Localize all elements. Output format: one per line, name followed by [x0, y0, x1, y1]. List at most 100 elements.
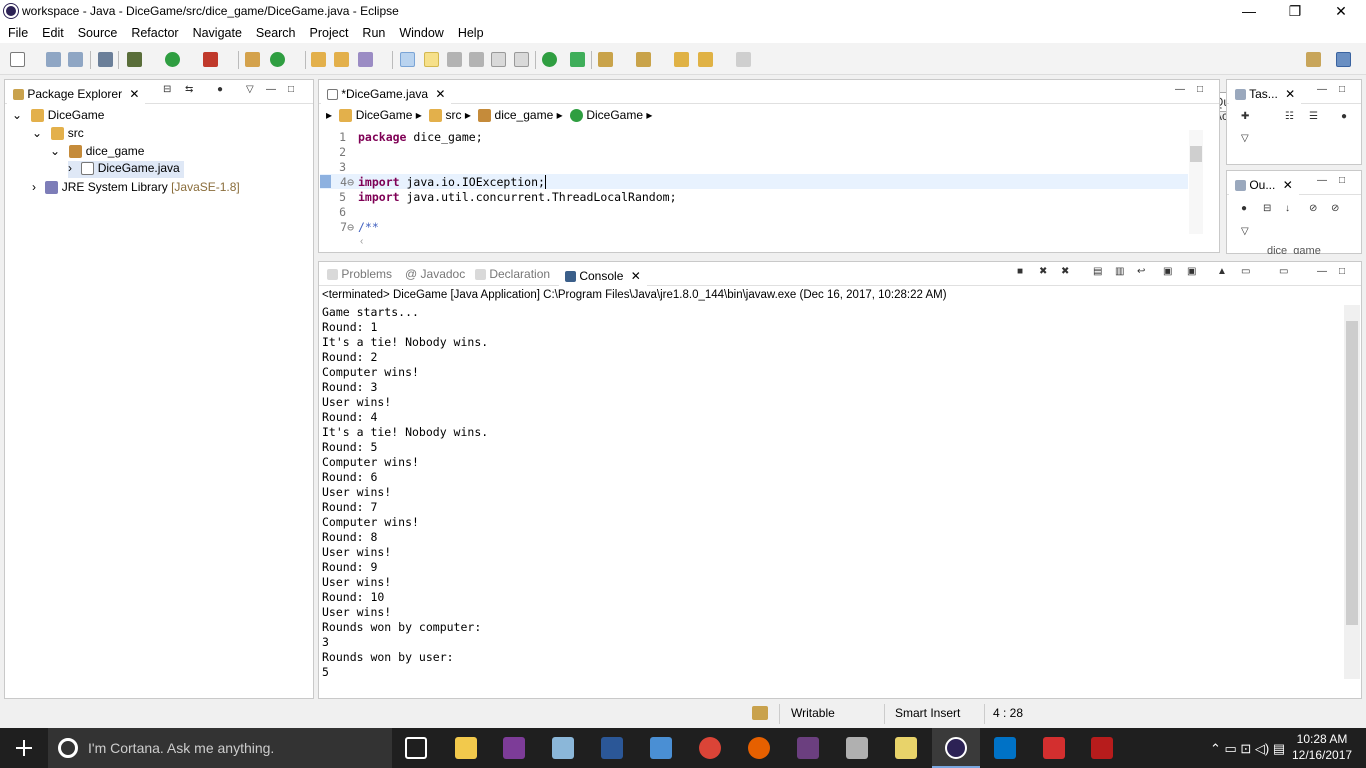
display-console-icon[interactable]: ▭ — [1241, 267, 1251, 277]
maximize-view-icon[interactable]: □ — [1339, 176, 1349, 186]
focus-task-icon[interactable]: ● — [217, 85, 227, 95]
breadcrumb-chevron-icon[interactable]: ▸ — [646, 108, 652, 122]
console-horizontal-scrollbar[interactable] — [322, 681, 1342, 695]
breadcrumb-src[interactable]: src — [445, 108, 461, 122]
tab-javadoc[interactable]: @ Javadoc — [399, 262, 471, 286]
sticky-notes-icon[interactable] — [895, 737, 917, 759]
paint-icon[interactable] — [552, 737, 574, 759]
console-vertical-scrollbar[interactable] — [1344, 305, 1360, 679]
run-icon[interactable] — [165, 52, 180, 67]
link-editor-icon[interactable]: ⇆ — [185, 85, 195, 95]
minimize-view-icon[interactable]: — — [1317, 176, 1327, 186]
chrome-icon[interactable] — [699, 737, 721, 759]
scrollbar-thumb[interactable] — [1190, 146, 1202, 162]
breadcrumb-class[interactable]: DiceGame — [586, 108, 643, 122]
view-menu-icon[interactable]: ▽ — [1241, 227, 1251, 237]
show-paragraph-icon[interactable] — [514, 52, 529, 67]
collapse-chevron-icon[interactable]: › — [32, 180, 36, 194]
menu-run[interactable]: Run — [362, 26, 385, 40]
menu-source[interactable]: Source — [78, 26, 118, 40]
windows-start-icon[interactable] — [16, 740, 32, 756]
focus-task-icon[interactable]: ● — [1341, 112, 1351, 122]
maximize-view-icon[interactable]: □ — [1339, 267, 1349, 277]
collapse-all-icon[interactable]: ⊟ — [1263, 204, 1273, 214]
collapse-chevron-icon[interactable]: › — [68, 161, 72, 175]
minimize-view-icon[interactable]: — — [266, 85, 276, 95]
menu-window[interactable]: Window — [399, 26, 443, 40]
outlook-icon[interactable] — [994, 737, 1016, 759]
tray-icons[interactable]: ⌃ ▭ ⊡ ◁) ▤ — [1210, 741, 1285, 757]
task-focus-icon[interactable] — [542, 52, 557, 67]
close-tab-icon[interactable]: ✕ — [631, 269, 641, 283]
block-selection-icon[interactable] — [469, 52, 484, 67]
scroll-left-icon[interactable]: ‹ — [360, 236, 363, 247]
collapse-all-icon[interactable]: ⊟ — [163, 85, 173, 95]
minimize-view-icon[interactable]: — — [1317, 85, 1327, 95]
breadcrumb-project[interactable]: DiceGame — [356, 108, 413, 122]
clock-time[interactable]: 10:28 AM — [1292, 732, 1352, 746]
close-tab-icon[interactable]: ✕ — [1285, 87, 1295, 101]
restore-button[interactable]: ❐ — [1272, 0, 1318, 23]
focus-task-icon[interactable]: ● — [1241, 204, 1251, 214]
breadcrumb-package[interactable]: dice_game — [495, 108, 554, 122]
terminate-icon[interactable]: ■ — [1017, 267, 1027, 277]
open-type-icon[interactable] — [311, 52, 326, 67]
clock-date[interactable]: 12/16/2017 — [1292, 748, 1352, 762]
breadcrumb-chevron-icon[interactable]: ▸ — [465, 108, 471, 122]
menu-search[interactable]: Search — [256, 26, 296, 40]
hide-static-icon[interactable]: ⊘ — [1331, 204, 1341, 214]
remove-all-launches-icon[interactable]: ✖ — [1061, 267, 1071, 277]
open-console-icon[interactable]: ▭ — [1279, 267, 1289, 277]
toggle-highlight-icon[interactable] — [424, 52, 439, 67]
debug-icon[interactable] — [127, 52, 142, 67]
expand-chevron-icon[interactable]: ⌄ — [12, 108, 22, 122]
breadcrumb-chevron-icon[interactable]: ▸ — [557, 108, 563, 122]
previous-annotation-icon[interactable] — [636, 52, 651, 67]
clear-console-icon[interactable]: ▤ — [1093, 267, 1103, 277]
task-view-icon[interactable] — [405, 737, 427, 759]
toggle-mark-occurrences-icon[interactable] — [400, 52, 415, 67]
menu-refactor[interactable]: Refactor — [131, 26, 178, 40]
last-edit-location-icon[interactable] — [674, 52, 689, 67]
breadcrumb-chevron-icon[interactable]: ▸ — [326, 108, 332, 122]
run-external-icon[interactable] — [203, 52, 218, 67]
tree-item-jre[interactable]: › JRE System Library [JavaSE-1.8] — [32, 180, 240, 195]
tree-item-package[interactable]: ⌄ dice_game — [50, 144, 144, 159]
pin-console-icon[interactable]: ▲ — [1217, 267, 1227, 277]
expand-chevron-icon[interactable]: ⌄ — [50, 144, 60, 158]
tab-console[interactable]: Console ✕ — [559, 262, 647, 286]
save-all-icon[interactable] — [68, 52, 83, 67]
menu-project[interactable]: Project — [310, 26, 349, 40]
close-tab-icon[interactable]: ✕ — [435, 87, 445, 101]
close-button[interactable]: ✕ — [1318, 0, 1364, 23]
tab-declaration[interactable]: Declaration — [469, 262, 556, 286]
scrollbar-thumb[interactable] — [1346, 321, 1358, 625]
back-icon[interactable] — [698, 52, 713, 67]
categorized-icon[interactable]: ☷ — [1285, 112, 1295, 122]
winrar-icon[interactable] — [797, 737, 819, 759]
mylyn-icon[interactable] — [570, 52, 585, 67]
view-menu-icon[interactable]: ▽ — [246, 85, 256, 95]
word-wrap-icon[interactable]: ↩ — [1137, 267, 1147, 277]
java-perspective-icon[interactable] — [1336, 52, 1351, 67]
menu-edit[interactable]: Edit — [42, 26, 64, 40]
code-line-5[interactable]: import java.util.concurrent.ThreadLocalR… — [358, 190, 677, 204]
snipping-tool-icon[interactable] — [846, 737, 868, 759]
code-line-4[interactable]: import java.io.IOException; — [358, 175, 553, 189]
menu-file[interactable]: File — [8, 26, 28, 40]
forward-icon[interactable] — [736, 52, 751, 67]
minimize-button[interactable]: — — [1226, 0, 1272, 23]
maximize-view-icon[interactable]: □ — [1197, 85, 1207, 95]
maximize-view-icon[interactable]: □ — [288, 85, 298, 95]
acrobat-icon[interactable] — [1091, 737, 1113, 759]
tab-outline[interactable]: Ou... ✕ — [1229, 171, 1299, 195]
expand-chevron-icon[interactable]: ⌄ — [32, 126, 42, 140]
editor-vertical-scrollbar[interactable] — [1189, 130, 1203, 234]
close-tab-icon[interactable]: ✕ — [129, 87, 139, 101]
close-tab-icon[interactable]: ✕ — [1283, 178, 1293, 192]
new-java-class-icon[interactable] — [270, 52, 285, 67]
skip-breakpoints-icon[interactable] — [98, 52, 113, 67]
hide-fields-icon[interactable]: ⊘ — [1309, 204, 1319, 214]
onenote-icon[interactable] — [503, 737, 525, 759]
minimize-view-icon[interactable]: — — [1317, 267, 1327, 277]
